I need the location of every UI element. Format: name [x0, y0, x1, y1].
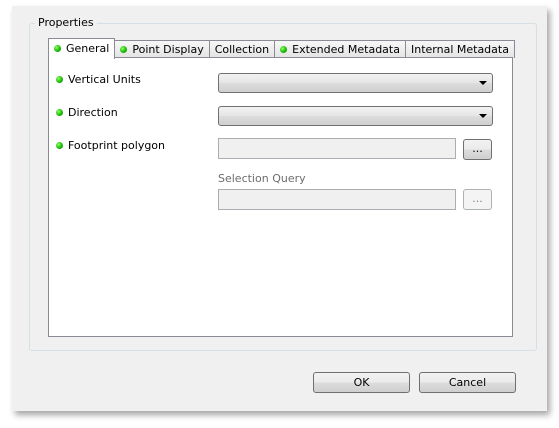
status-dot-icon	[56, 75, 63, 83]
tab-label: Internal Metadata	[410, 43, 509, 56]
vertical-units-label: Vertical Units	[68, 72, 141, 86]
chevron-down-icon	[479, 81, 487, 85]
direction-dropdown[interactable]	[218, 106, 493, 126]
status-dot-icon	[54, 44, 61, 52]
vertical-units-label-row: Vertical Units	[56, 72, 141, 86]
status-dot-icon	[120, 46, 128, 53]
tab-collection[interactable]: Collection	[208, 40, 276, 58]
group-title: Properties	[35, 16, 97, 30]
direction-label-row: Direction	[56, 105, 118, 119]
tab-strip: General Point Display Collection Extende…	[48, 38, 515, 59]
tab-label: Collection	[214, 43, 270, 56]
tab-point-display[interactable]: Point Display	[114, 40, 210, 58]
tab-internal-metadata[interactable]: Internal Metadata	[404, 40, 515, 58]
tab-label: General	[66, 41, 110, 55]
direction-label: Direction	[68, 105, 118, 119]
selection-query-browse-button[interactable]: ...	[463, 189, 492, 210]
cancel-button[interactable]: Cancel	[419, 372, 516, 393]
tab-label: Point Display	[132, 43, 204, 56]
selection-query-label: Selection Query	[218, 172, 306, 185]
tab-extended-metadata[interactable]: Extended Metadata	[274, 40, 406, 58]
selection-query-field[interactable]	[218, 189, 456, 210]
footprint-polygon-field[interactable]	[218, 138, 456, 159]
ok-button[interactable]: OK	[313, 372, 410, 393]
footprint-polygon-browse-button[interactable]: ...	[463, 139, 492, 160]
tab-label: Extended Metadata	[292, 43, 400, 56]
footprint-polygon-label-row: Footprint polygon	[56, 138, 165, 152]
status-dot-icon	[280, 46, 288, 53]
tab-general[interactable]: General	[48, 38, 116, 59]
chevron-down-icon	[479, 114, 487, 118]
vertical-units-dropdown[interactable]	[218, 73, 493, 93]
status-dot-icon	[56, 108, 63, 116]
status-dot-icon	[56, 141, 63, 149]
footprint-polygon-label: Footprint polygon	[68, 138, 166, 152]
